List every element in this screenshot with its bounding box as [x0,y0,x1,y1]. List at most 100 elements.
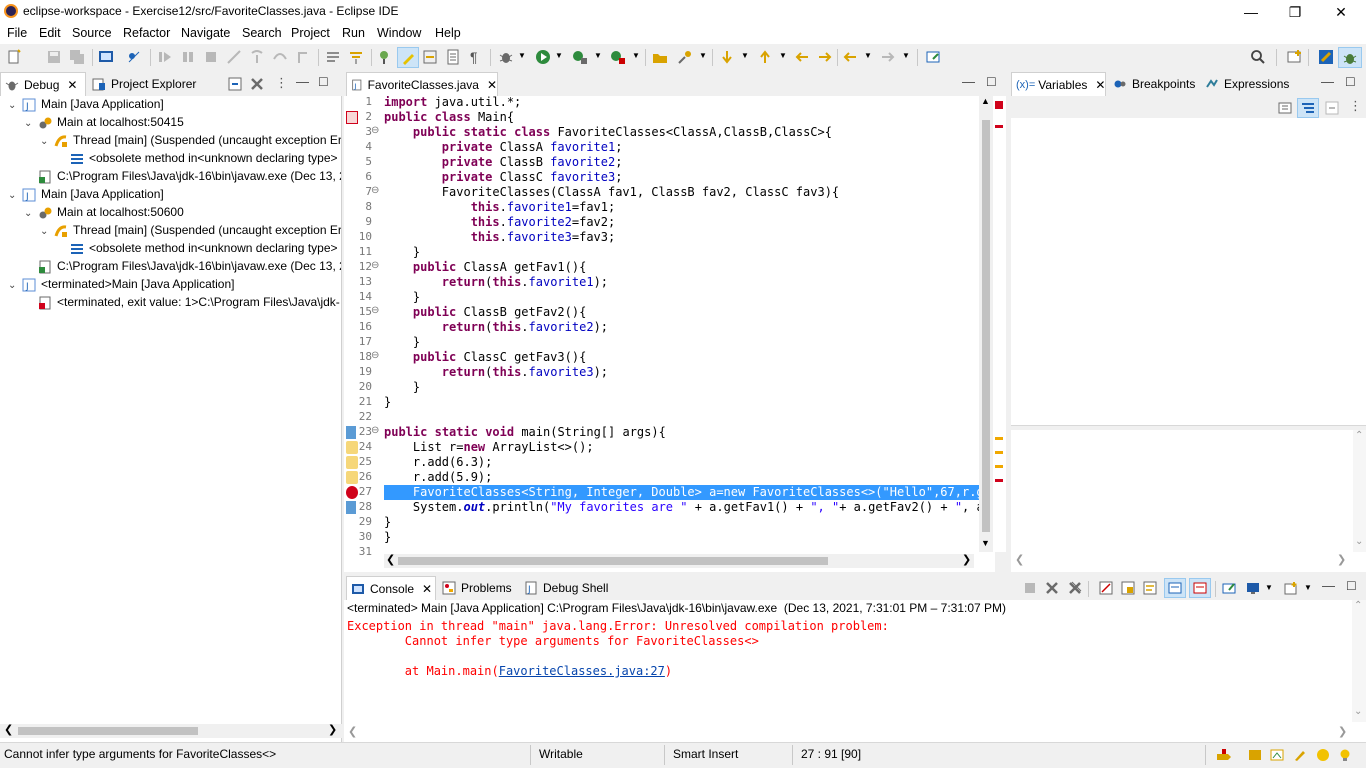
code-line[interactable]: public ClassC getFav3(){ [384,350,586,365]
menu-window[interactable]: Window [377,26,421,40]
code-line[interactable]: this.favorite3=fav3; [384,230,616,245]
editor-horizontal-scrollbar[interactable]: ❮ ❯ [384,554,974,568]
book-icon[interactable] [1248,748,1262,762]
remove-launch-icon[interactable] [1045,581,1059,595]
console-output[interactable]: <terminated> Main [Java Application] C:\… [344,600,1366,742]
use-step-filters-icon[interactable] [348,49,364,65]
code-line[interactable]: import java.util.*; [384,96,521,110]
tab-expressions[interactable]: Expressions [1201,72,1289,96]
tree-item[interactable]: C:\Program Files\Java\jdk-16\bin\javaw.e… [0,168,341,186]
expand-chevron-icon[interactable]: ⌄ [8,190,18,201]
open-console-dropdown-icon[interactable]: ▼ [1304,583,1312,592]
minimize-button[interactable]: — [1228,0,1274,24]
debug-current-marker[interactable] [346,501,356,514]
error-marker[interactable] [995,479,1003,482]
forward-icon[interactable] [880,49,896,65]
collapse-all-variables-icon[interactable] [1325,101,1339,115]
code-line[interactable]: } [384,515,391,530]
open-task-icon[interactable] [652,49,668,65]
run-dropdown-icon[interactable]: ▼ [555,51,563,60]
debug-dropdown-icon[interactable]: ▼ [518,51,526,60]
open-type-icon[interactable] [377,49,393,65]
display-console-dropdown-icon[interactable]: ▼ [1265,583,1273,592]
tab-breakpoints[interactable]: Breakpoints [1109,72,1195,96]
show-console-on-stderr-button[interactable] [1189,578,1211,598]
show-logical-structure-button[interactable] [1297,98,1319,118]
open-console-icon[interactable] [1284,581,1298,595]
terminate-icon[interactable] [203,49,219,65]
tree-item[interactable]: ⌄ J Main [Java Application] [0,186,341,204]
fold-toggle-icon[interactable]: ⊖ [371,350,379,361]
code-line[interactable]: r.add(5.9); [384,470,492,485]
expand-chevron-icon[interactable]: ⌄ [24,208,34,219]
code-editor[interactable]: 1 import java.util.*; 2 public class Main{3… [344,96,995,572]
show-type-names-icon[interactable] [1277,101,1293,115]
code-line[interactable]: System.out.println("My favorites are " +… [384,500,995,515]
scroll-lock-icon[interactable] [1121,581,1135,595]
debug-perspective-button[interactable] [1338,47,1362,68]
step-over-icon[interactable] [272,49,288,65]
code-line[interactable]: this.favorite2=fav2; [384,215,616,230]
menu-navigate[interactable]: Navigate [181,26,230,40]
error-icon[interactable] [346,486,358,499]
progress-icon[interactable] [1216,748,1232,762]
code-line[interactable]: FavoriteClasses(ClassA fav1, ClassB fav2… [384,185,839,200]
maximize-view-icon[interactable]: ☐ [318,75,329,89]
code-line[interactable]: private ClassC favorite3; [384,170,623,185]
debug-horizontal-scrollbar[interactable]: ❮ ❯ [0,724,342,738]
code-line[interactable]: public class Main{ [384,110,514,125]
warning-marker-icon[interactable] [346,456,358,469]
expand-chevron-icon[interactable]: ⌄ [8,280,18,291]
menu-run[interactable]: Run [342,26,365,40]
code-line[interactable]: return(this.favorite1); [384,275,608,290]
coverage-icon[interactable] [572,49,588,65]
warning-marker[interactable] [995,437,1003,440]
open-perspective-icon[interactable] [1287,49,1303,65]
close-console-tab-icon[interactable]: ✕ [422,582,432,596]
code-line[interactable]: public ClassB getFav2(){ [384,305,586,320]
collapse-all-icon[interactable] [228,77,242,91]
skip-breakpoints-icon[interactable] [126,49,142,65]
tree-item[interactable]: ⌄ Main at localhost:50415 [0,114,341,132]
code-line[interactable]: private ClassA favorite1; [384,140,623,155]
tab-variables[interactable]: (x)= Variables ✕ [1011,72,1106,96]
tree-item[interactable]: <terminated, exit value: 1>C:\Program Fi… [0,294,341,312]
close-window-button[interactable]: ✕ [1318,0,1364,24]
remove-all-terminated-icon[interactable] [250,77,264,91]
lightbulb-icon[interactable] [1338,748,1352,762]
drop-to-frame-icon[interactable] [325,49,341,65]
maximize-editor-icon[interactable]: ☐ [986,75,997,89]
expand-chevron-icon[interactable]: ⌄ [8,100,18,111]
terminal-icon[interactable] [98,49,114,65]
tab-favoriteclasses-java[interactable]: J FavoriteClasses.java ✕ [346,72,498,96]
close-debug-tab-icon[interactable]: ✕ [67,78,77,92]
fold-toggle-icon[interactable]: ⊖ [371,260,379,271]
editor-vertical-scrollbar[interactable]: ▲ ▼ [979,96,993,552]
toggle-block-selection-icon[interactable] [422,49,438,65]
menu-edit[interactable]: Edit [39,26,61,40]
code-line[interactable]: public static class FavoriteClasses<Clas… [384,125,832,140]
tab-problems[interactable]: Problems [438,576,512,600]
close-variables-tab-icon[interactable]: ✕ [1095,78,1105,92]
tab-project-explorer[interactable]: Project Explorer [88,72,196,96]
last-edit-location-icon[interactable] [794,49,810,65]
coverage-dropdown-icon[interactable]: ▼ [594,51,602,60]
menu-source[interactable]: Source [72,26,112,40]
step-return-icon[interactable] [295,49,311,65]
code-line[interactable]: public static void main(String[] args){ [384,425,666,440]
close-editor-tab-icon[interactable]: ✕ [487,78,497,92]
error-marker-icon[interactable] [346,111,358,124]
forward-history-icon[interactable] [817,49,833,65]
warning-marker-icon[interactable] [346,441,358,454]
code-line[interactable]: } [384,530,391,545]
tip-icon[interactable] [1270,748,1284,762]
display-selected-console-icon[interactable] [1246,581,1260,595]
minimize-console-icon[interactable]: — [1322,578,1335,593]
debug-icon[interactable] [498,49,514,65]
code-line[interactable]: private ClassB favorite2; [384,155,623,170]
minimize-view-icon[interactable]: — [296,74,309,89]
fold-toggle-icon[interactable]: ⊖ [371,305,379,316]
code-line[interactable]: FavoriteClasses<String, Integer, Double>… [384,485,995,500]
warning-marker[interactable] [995,451,1003,454]
error-marker[interactable] [995,125,1003,128]
